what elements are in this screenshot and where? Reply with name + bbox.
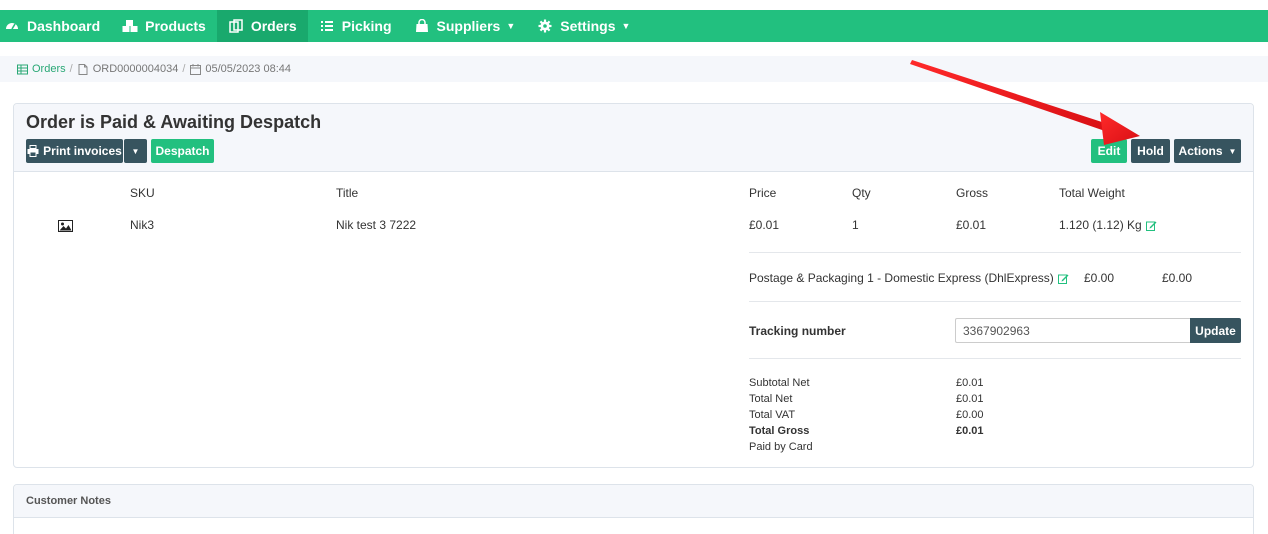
total-gross-label: Total Gross — [749, 425, 810, 437]
breadcrumb-orders[interactable]: Orders — [17, 63, 66, 75]
nav-orders[interactable]: Orders — [216, 10, 308, 42]
customer-notes-header: Customer Notes — [14, 485, 1253, 518]
nav-settings-label: Settings — [560, 18, 616, 34]
divider — [749, 252, 1241, 253]
page-title: Order is Paid & Awaiting Despatch — [26, 112, 322, 132]
total-vat-label: Total VAT — [749, 409, 796, 421]
postage-gross: £0.00 — [1162, 271, 1193, 285]
line-price: £0.01 — [749, 218, 780, 232]
shopping-bag-icon — [414, 18, 430, 34]
total-gross-value: £0.01 — [956, 425, 984, 437]
breadcrumb-order-id: ORD0000004034 — [78, 63, 179, 75]
nav-settings[interactable]: Settings ▼ — [526, 10, 641, 42]
top-strip — [0, 0, 1268, 10]
actions-button[interactable]: Actions ▼ — [1174, 139, 1241, 163]
print-icon — [27, 145, 39, 157]
total-net-value: £0.01 — [956, 393, 984, 405]
column-header-qty: Qty — [852, 186, 871, 200]
edit-button[interactable]: Edit — [1091, 139, 1127, 163]
image-icon — [58, 220, 73, 235]
nav-products-label: Products — [145, 18, 206, 34]
update-tracking-button[interactable]: Update — [1190, 318, 1241, 343]
line-title: Nik test 3 7222 — [336, 218, 417, 232]
cubes-icon — [122, 18, 138, 34]
nav-suppliers-label: Suppliers — [436, 18, 501, 34]
calendar-icon — [190, 63, 202, 75]
print-invoices-button[interactable]: Print invoices — [26, 139, 123, 163]
nav-picking[interactable]: Picking — [308, 10, 403, 42]
column-header-title: Title — [336, 186, 359, 200]
despatch-button[interactable]: Despatch — [151, 139, 214, 163]
actions-label: Actions — [1178, 144, 1223, 158]
breadcrumb-date-label: 05/05/2023 08:44 — [205, 63, 292, 75]
total-vat-value: £0.00 — [956, 409, 984, 421]
chevron-down-icon: ▼ — [1228, 146, 1237, 156]
breadcrumb-separator: / — [69, 63, 73, 75]
chevron-down-icon: ▼ — [621, 21, 631, 31]
order-panel: Order is Paid & Awaiting Despatch Print … — [13, 103, 1254, 468]
line-gross: £0.01 — [956, 218, 987, 232]
nav-picking-label: Picking — [341, 18, 392, 34]
postage-label: Postage & Packaging 1 - Domestic Express… — [749, 271, 1054, 285]
list-icon — [319, 18, 335, 34]
customer-notes-panel: Customer Notes — [13, 484, 1254, 534]
breadcrumb-separator: / — [182, 63, 186, 75]
dashboard-icon — [4, 18, 20, 34]
edit-label: Edit — [1097, 144, 1121, 158]
line-weight: 1.120 (1.12) Kg — [1059, 218, 1157, 232]
column-header-gross: Gross — [956, 186, 989, 200]
subtotal-net-value: £0.01 — [956, 377, 984, 389]
line-sku[interactable]: Nik3 — [130, 218, 154, 232]
payment-method: Paid by Card — [749, 441, 813, 453]
nav-dashboard[interactable]: Dashboard — [0, 10, 111, 42]
hold-label: Hold — [1137, 144, 1164, 158]
divider — [749, 301, 1241, 302]
nav-suppliers[interactable]: Suppliers ▼ — [403, 10, 527, 42]
line-weight-value: 1.120 (1.12) Kg — [1059, 218, 1142, 232]
copy-icon — [228, 18, 244, 34]
chevron-down-icon: ▼ — [131, 146, 140, 156]
nav-dashboard-label: Dashboard — [27, 18, 101, 34]
breadcrumb-orders-label[interactable]: Orders — [32, 63, 66, 75]
order-panel-header: Order is Paid & Awaiting Despatch Print … — [14, 104, 1253, 172]
nav-products[interactable]: Products — [111, 10, 217, 42]
total-net-label: Total Net — [749, 393, 793, 405]
column-header-total-weight: Total Weight — [1059, 186, 1125, 200]
breadcrumb-date: 05/05/2023 08:44 — [190, 63, 291, 75]
column-header-sku: SKU — [130, 186, 155, 200]
customer-notes-title: Customer Notes — [26, 495, 111, 507]
breadcrumb-order-id-label: ORD0000004034 — [92, 63, 179, 75]
chevron-down-icon: ▼ — [506, 21, 516, 31]
tracking-number-label: Tracking number — [749, 324, 846, 338]
divider — [749, 358, 1241, 359]
print-invoices-dropdown-toggle[interactable]: ▼ — [124, 139, 147, 163]
gear-icon — [537, 18, 553, 34]
edit-postage-icon[interactable] — [1057, 273, 1069, 284]
line-qty: 1 — [852, 218, 859, 232]
tracking-number-input[interactable] — [955, 318, 1190, 343]
edit-weight-icon[interactable] — [1145, 220, 1157, 231]
subtotal-net-label: Subtotal Net — [749, 377, 810, 389]
table-icon — [17, 64, 28, 75]
print-invoices-label: Print invoices — [43, 144, 122, 158]
file-icon — [78, 63, 89, 75]
main-navbar: Dashboard Products Orders Picking Suppli… — [0, 10, 1268, 42]
postage-row: Postage & Packaging 1 - Domestic Express… — [749, 271, 1069, 285]
nav-orders-label: Orders — [250, 18, 297, 34]
despatch-label: Despatch — [155, 144, 210, 158]
postage-net: £0.00 — [1084, 271, 1115, 285]
breadcrumb: Orders / ORD0000004034 / 05/05/2023 08:4… — [0, 56, 1268, 82]
hold-button[interactable]: Hold — [1131, 139, 1170, 163]
column-header-price: Price — [749, 186, 777, 200]
update-label: Update — [1195, 323, 1236, 338]
